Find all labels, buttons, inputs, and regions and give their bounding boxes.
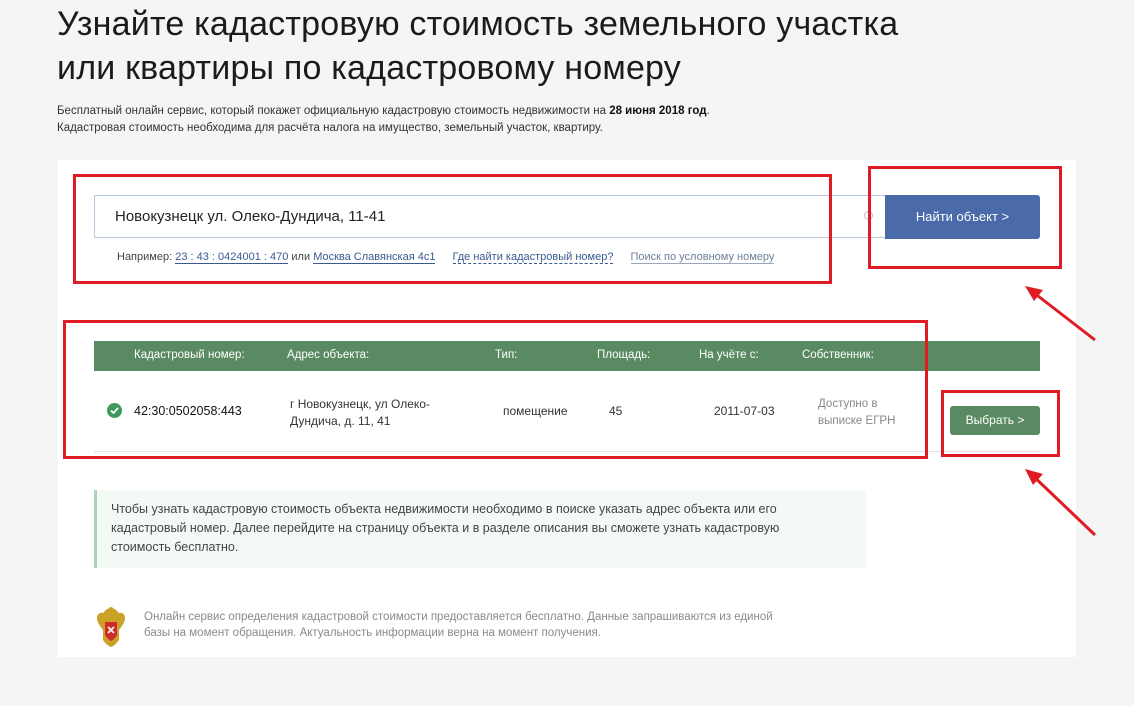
select-button[interactable]: Выбрать > [950,406,1040,435]
find-object-button[interactable]: Найти объект > [885,195,1040,239]
hint-or: или [288,251,314,263]
page-title-line2: или квартиры по кадастровому номеру [57,49,681,87]
footer-note: Онлайн сервис определения кадастровой ст… [144,609,864,641]
subtitle-date: 28 июня 2018 год [609,105,707,117]
col-type: Тип: [495,349,518,361]
object-type: помещение [503,404,568,418]
info-line1: Чтобы узнать кадастровую стоимость объек… [111,502,777,516]
registered-date: 2011-07-03 [714,404,775,418]
cadastral-number: 42:30:0502058:443 [134,404,242,418]
footer-line1: Онлайн сервис определения кадастровой ст… [144,611,773,623]
results-table-header: Кадастровый номер: Адрес объекта: Тип: П… [94,341,1040,371]
page-title: Узнайте кадастровую стоимость земельного… [57,2,1057,90]
col-number: Кадастровый номер: [134,349,245,361]
owner-line1: Доступно в [818,398,878,410]
check-circle-icon [107,403,122,418]
conditional-number-link[interactable]: Поиск по условному номеру [630,251,775,264]
subtitle-line2: Кадастровая стоимость необходима для рас… [57,122,603,134]
address-line1: г Новокузнецк, ул Олеко- [290,397,430,411]
info-line3: стоимость бесплатно. [111,540,239,554]
owner-line2: выписке ЕГРН [818,415,896,427]
table-row[interactable]: 42:30:0502058:443 г Новокузнецк, ул Олек… [94,371,1040,452]
object-area: 45 [609,404,623,418]
col-address: Адрес объекта: [287,349,370,361]
example-address-link[interactable]: Москва Славянская 4с1 [313,251,436,264]
footer-line2: базы на момент обращения. Актуальность и… [144,627,601,639]
object-address: г Новокузнецк, ул Олеко- Дундича, д. 11,… [290,396,430,430]
info-notice: Чтобы узнать кадастровую стоимость объек… [94,490,866,568]
address-line2: Дундича, д. 11, 41 [290,414,391,428]
col-area: Площадь: [597,349,651,361]
page-title-line1: Узнайте кадастровую стоимость земельного… [57,5,899,43]
col-registered: На учёте с: [699,349,759,361]
col-owner: Собственник: [802,349,874,361]
search-input[interactable]: Новокузнецк ул. Олеко-Дундича, 11-41 [94,195,885,238]
search-input-value: Новокузнецк ул. Олеко-Дундича, 11-41 [115,208,386,225]
where-to-find-link[interactable]: Где найти кадастровый номер? [452,251,614,264]
coat-of-arms-icon [97,607,125,647]
search-hints: Например: 23 : 43 : 0424001 : 470 или Мо… [117,251,775,264]
info-line2: кадастровый номер. Далее перейдите на ст… [111,521,780,535]
subtitle-suffix: . [706,105,710,117]
example-number-link[interactable]: 23 : 43 : 0424001 : 470 [175,251,289,264]
subtitle-text: Бесплатный онлайн сервис, который покаже… [57,105,610,117]
owner-info: Доступно в выписке ЕГРН [818,396,895,430]
search-icon [864,211,873,220]
page-subtitle: Бесплатный онлайн сервис, который покаже… [57,103,957,137]
hint-prefix: Например: [117,251,176,263]
subtitle-line1: Бесплатный онлайн сервис, который покаже… [57,103,957,120]
